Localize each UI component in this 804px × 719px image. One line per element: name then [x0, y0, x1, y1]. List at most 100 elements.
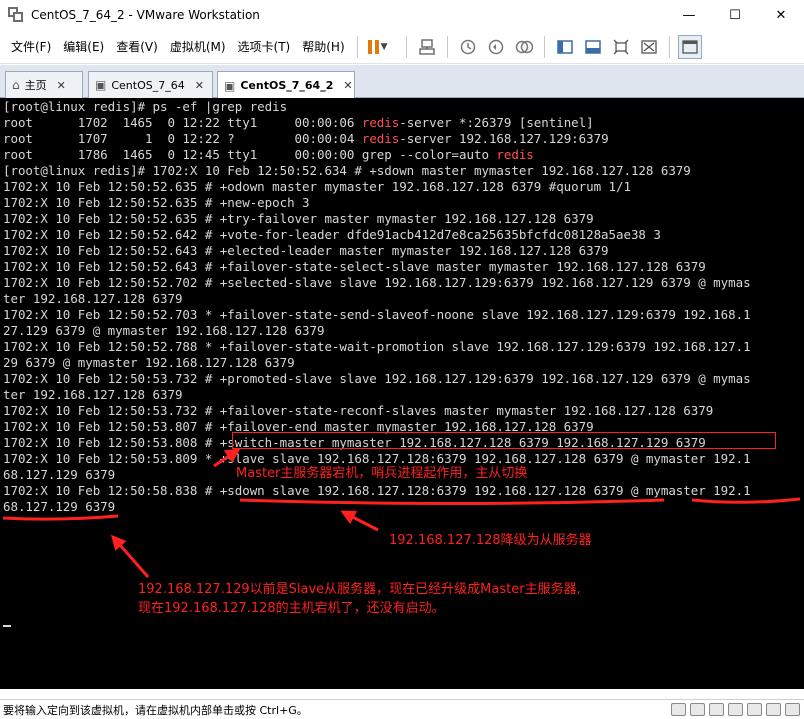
- toolbar-separator: [446, 35, 448, 58]
- terminal-line: 1702:X 10 Feb 12:50:52.788 * +failover-s…: [3, 339, 751, 355]
- close-icon[interactable]: ✕: [57, 79, 66, 92]
- switch-note: Master主服务器宕机，哨兵进程起作用，主从切换: [236, 466, 528, 481]
- vm-icon: ▣: [224, 78, 236, 93]
- terminal-text: 1702:X 10 Feb 12:50:52.788 * +failover-s…: [3, 339, 751, 354]
- terminal-line: 1702:X 10 Feb 12:50:52.643 # +elected-le…: [3, 243, 609, 259]
- terminal-line: root 1786 1465 0 12:45 tty1 00:00:00 gre…: [3, 147, 534, 163]
- terminal-text: redis: [496, 147, 534, 162]
- terminal-text: redis: [361, 131, 400, 146]
- terminal-text: 27.129 6379 @ mymaster 192.168.127.128 6…: [3, 323, 325, 338]
- terminal-text: 29 6379 @ mymaster 192.168.127.128 6379: [3, 355, 295, 370]
- terminal-text: ter 192.168.127.128 6379: [3, 291, 183, 306]
- terminal-text: 1702:X 10 Feb 12:50:52.635 # +odown mast…: [3, 179, 631, 194]
- window-controls: — ☐ ✕: [666, 0, 804, 30]
- terminal-text: 1702:X 10 Feb 12:50:52.703 * +failover-s…: [3, 307, 751, 322]
- window-title: CentOS_7_64_2 - VMware Workstation: [31, 8, 260, 22]
- terminal-line: 68.127.129 6379: [3, 499, 115, 515]
- close-icon[interactable]: ✕: [195, 79, 204, 92]
- tab-centos-7-64-2[interactable]: ▣ CentOS_7_64_2 ✕: [217, 71, 355, 99]
- vm-tab-strip: ⌂ 主页 ✕ ▣ CentOS_7_64 ✕ ▣ CentOS_7_64_2 ✕: [0, 65, 804, 99]
- terminal-line: [root@linux redis]# 1702:X 10 Feb 12:50:…: [3, 163, 691, 179]
- terminal-text: root 1707 1 0 12:22 ? 00:00:04: [3, 131, 362, 146]
- snapshot-manager-icon[interactable]: [512, 35, 536, 59]
- terminal-text: 1702:X 10 Feb 12:50:52.702 # +selected-s…: [3, 275, 751, 290]
- status-bar: 要将输入定向到该虚拟机，请在虚拟机内部单击或按 Ctrl+G。: [0, 699, 804, 719]
- menu-edit[interactable]: 编辑(E): [57, 30, 110, 64]
- send-keys-icon[interactable]: [415, 35, 439, 59]
- cd-drive-icon[interactable]: [690, 703, 705, 716]
- hard-disk-icon[interactable]: [671, 703, 686, 716]
- toolbar-separator: [543, 35, 545, 58]
- toolbar-separator: [668, 35, 670, 58]
- tab-label: CentOS_7_64: [111, 78, 185, 92]
- home-icon: ⌂: [12, 78, 20, 92]
- close-icon[interactable]: ✕: [343, 79, 352, 92]
- demote-note: 192.168.127.128降级为从服务器: [389, 533, 592, 548]
- close-button[interactable]: ✕: [758, 0, 804, 30]
- sound-icon[interactable]: [747, 703, 762, 716]
- terminal-text: 1702:X 10 Feb 12:50:52.635 # +try-failov…: [3, 211, 594, 226]
- text-cursor: [3, 625, 11, 627]
- terminal-line: root 1702 1465 0 12:22 tty1 00:00:06 red…: [3, 115, 594, 131]
- terminal-text: redis: [361, 115, 400, 130]
- terminal-line: 1702:X 10 Feb 12:50:52.643 # +failover-s…: [3, 259, 706, 275]
- terminal-line: [root@linux redis]# ps -ef |grep redis: [3, 99, 287, 115]
- vm-icon: ▣: [95, 78, 107, 92]
- terminal-text: 1702:X 10 Feb 12:50:52.643 # +elected-le…: [3, 243, 609, 258]
- terminal-line: 1702:X 10 Feb 12:50:53.732 # +promoted-s…: [3, 371, 751, 387]
- terminal-text: ter 192.168.127.128 6379: [3, 387, 183, 402]
- terminal-text: root 1786 1465 0 12:45 tty1 00:00:00 gre…: [3, 147, 497, 162]
- terminal-line: root 1707 1 0 12:22 ? 00:00:04 redis-ser…: [3, 131, 609, 147]
- menu-bar: 文件(F) 编辑(E) 查看(V) 虚拟机(M) 选项卡(T) 帮助(H) ▼: [0, 30, 804, 64]
- terminal-text: -server 192.168.127.129:6379: [399, 131, 609, 146]
- menu-view[interactable]: 查看(V): [110, 30, 164, 64]
- terminal-text: 68.127.129 6379: [3, 467, 116, 482]
- terminal-line: 1702:X 10 Feb 12:50:52.702 # +selected-s…: [3, 275, 751, 291]
- promote-note-line2: 现在192.168.127.128的主机宕机了，还没有启动。: [138, 601, 445, 616]
- terminal-line: 1702:X 10 Feb 12:50:53.732 # +failover-s…: [3, 403, 713, 419]
- terminal-line: 1702:X 10 Feb 12:50:52.703 * +failover-s…: [3, 307, 751, 323]
- terminal-text: root 1702 1465 0 12:22 tty1 00:00:06: [3, 115, 362, 130]
- terminal-line: 1702:X 10 Feb 12:50:52.635 # +new-epoch …: [3, 195, 310, 211]
- terminal-line: 1702:X 10 Feb 12:50:52.635 # +odown mast…: [3, 179, 631, 195]
- terminal-text: 1702:X 10 Feb 12:50:52.635 # +new-epoch …: [3, 195, 310, 210]
- terminal-text: 1702:X 10 Feb 12:50:58.838 # +sdown slav…: [3, 483, 751, 498]
- terminal-text: 1702:X 10 Feb 12:50:53.732 # +promoted-s…: [3, 371, 751, 386]
- terminal-text: [root@linux redis]# ps -ef |grep redis: [3, 99, 288, 114]
- fullscreen-icon[interactable]: [609, 35, 633, 59]
- terminal-line: 1702:X 10 Feb 12:50:52.635 # +try-failov…: [3, 211, 594, 227]
- unity-icon[interactable]: [637, 35, 661, 59]
- toolbar-separator: [356, 35, 358, 58]
- switch-master-highlight: [232, 432, 776, 449]
- tab-centos-7-64[interactable]: ▣ CentOS_7_64 ✕: [88, 71, 213, 98]
- pause-icon[interactable]: ▼: [366, 35, 390, 59]
- library-view-icon[interactable]: [677, 34, 702, 59]
- terminal-line: 68.127.129 6379: [3, 467, 115, 483]
- terminal-text: 1702:X 10 Feb 12:50:52.642 # +vote-for-l…: [3, 227, 661, 242]
- terminal-line: ter 192.168.127.128 6379: [3, 387, 182, 403]
- tab-home[interactable]: ⌂ 主页 ✕: [5, 71, 83, 98]
- terminal-text: 1702:X 10 Feb 12:50:53.732 # +failover-s…: [3, 403, 714, 418]
- terminal-text: [root@linux redis]# 1702:X 10 Feb 12:50:…: [3, 163, 691, 178]
- terminal-line: 1702:X 10 Feb 12:50:58.838 # +sdown slav…: [3, 483, 751, 499]
- menu-help[interactable]: 帮助(H): [296, 30, 350, 64]
- vmware-app-icon: [8, 7, 24, 23]
- terminal-line: ter 192.168.127.128 6379: [3, 291, 182, 307]
- snapshot-icon[interactable]: [456, 35, 480, 59]
- terminal-text: 68.127.129 6379: [3, 499, 116, 514]
- revert-snapshot-icon[interactable]: [484, 35, 508, 59]
- menu-tabs[interactable]: 选项卡(T): [232, 30, 297, 64]
- menu-vm[interactable]: 虚拟机(M): [164, 30, 232, 64]
- display-icon[interactable]: [766, 703, 781, 716]
- device-status-icons: [671, 703, 800, 716]
- maximize-button[interactable]: ☐: [712, 0, 758, 30]
- tab-label: 主页: [24, 79, 47, 92]
- console-view-icon[interactable]: [581, 35, 605, 59]
- menu-file[interactable]: 文件(F): [5, 30, 57, 64]
- usb-icon[interactable]: [728, 703, 743, 716]
- terminal-line: 27.129 6379 @ mymaster 192.168.127.128 6…: [3, 323, 325, 339]
- network-adapter-icon[interactable]: [709, 703, 724, 716]
- minimize-button[interactable]: —: [666, 0, 712, 30]
- sidebar-toggle-icon[interactable]: [553, 35, 577, 59]
- message-icon[interactable]: [785, 703, 800, 716]
